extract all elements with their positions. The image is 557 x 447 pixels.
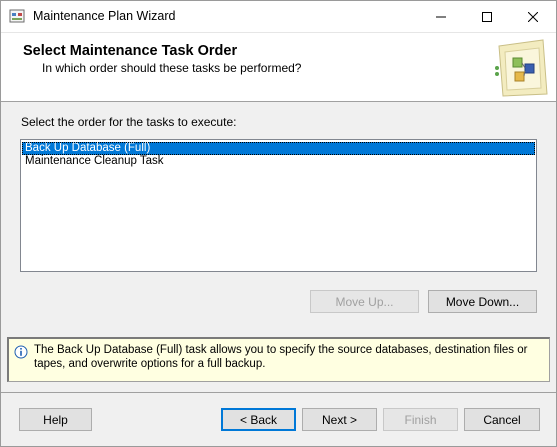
maximize-icon xyxy=(482,11,492,22)
task-description-text: The Back Up Database (Full) task allows … xyxy=(34,344,528,370)
close-icon xyxy=(528,11,538,22)
minimize-button[interactable] xyxy=(418,1,464,32)
maximize-button[interactable] xyxy=(464,1,510,32)
task-order-instruction: Select the order for the tasks to execut… xyxy=(21,115,237,129)
cancel-button[interactable]: Cancel xyxy=(464,408,540,431)
info-icon xyxy=(14,345,28,359)
close-button[interactable] xyxy=(510,1,556,32)
finish-button[interactable]: Finish xyxy=(383,408,458,431)
footer-divider xyxy=(1,392,556,393)
task-description-panel: The Back Up Database (Full) task allows … xyxy=(7,337,550,382)
next-button[interactable]: Next > xyxy=(302,408,377,431)
wizard-app-icon xyxy=(9,8,25,24)
title-bar[interactable]: Maintenance Plan Wizard xyxy=(1,1,556,33)
maintenance-plan-graphic-icon xyxy=(491,38,551,98)
list-item[interactable]: Maintenance Cleanup Task xyxy=(22,155,535,168)
list-item[interactable]: Back Up Database (Full) xyxy=(22,142,535,155)
help-button[interactable]: Help xyxy=(19,408,92,431)
maintenance-plan-wizard-window: Maintenance Plan Wizard Select Maintenan… xyxy=(0,0,557,447)
page-subtitle: In which order should these tasks be per… xyxy=(42,61,302,75)
minimize-icon xyxy=(436,16,446,17)
move-up-button[interactable]: Move Up... xyxy=(310,290,419,313)
wizard-header: Select Maintenance Task Order In which o… xyxy=(1,33,556,102)
back-button[interactable]: < Back xyxy=(221,408,296,431)
task-order-list[interactable]: Back Up Database (Full) Maintenance Clea… xyxy=(20,139,537,272)
page-title: Select Maintenance Task Order xyxy=(23,43,238,59)
move-down-button[interactable]: Move Down... xyxy=(428,290,537,313)
window-title: Maintenance Plan Wizard xyxy=(33,9,176,23)
